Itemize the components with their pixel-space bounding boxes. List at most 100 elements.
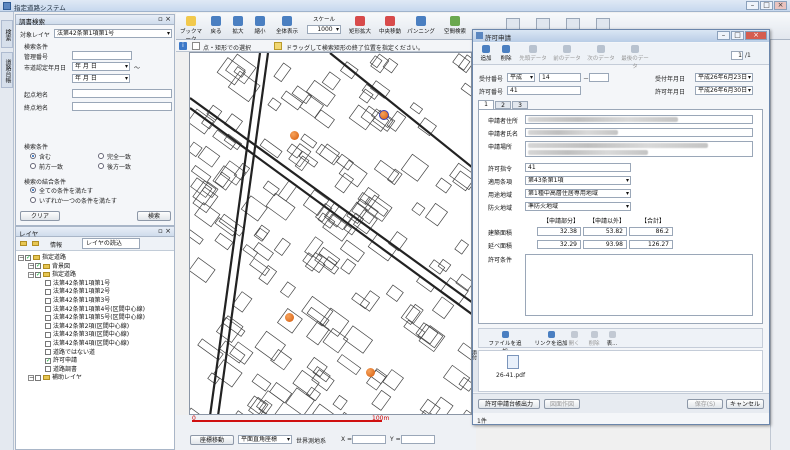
tab-3[interactable]: 3: [512, 101, 528, 109]
layer-tree-row[interactable]: 法第42条第1項第3号: [38, 297, 110, 305]
layer-tree-row[interactable]: 法第42条第1項第5号(区間中心線): [38, 314, 145, 322]
scale-select[interactable]: 1000: [307, 25, 341, 34]
layer-checkbox[interactable]: [35, 262, 41, 270]
accept-date-select[interactable]: 平成26年6月23日: [695, 73, 753, 82]
layer-checkbox[interactable]: [35, 374, 41, 381]
layer-checkbox[interactable]: [45, 331, 51, 338]
dialog-tool-button[interactable]: 前のデータ: [551, 43, 583, 63]
expand-icon[interactable]: −: [28, 271, 34, 278]
condition-textarea[interactable]: [525, 254, 753, 316]
tab-road-ledger[interactable]: 道路台帳: [1, 52, 13, 88]
tab-2[interactable]: 2: [495, 101, 511, 109]
toolbar-button[interactable]: 矩形拡大: [346, 14, 374, 38]
page-input[interactable]: 1: [731, 51, 743, 60]
x-input[interactable]: [352, 435, 386, 444]
layer-checkbox[interactable]: [25, 254, 31, 262]
layer-tree-row[interactable]: 法第42条第3項(区間中心線): [38, 331, 129, 339]
radio-suffix[interactable]: [98, 163, 104, 169]
accept-no-input-2[interactable]: [589, 73, 609, 82]
toolbar-button[interactable]: 中央移動: [376, 14, 404, 38]
target-layer-select[interactable]: 法第42条第1項第1号: [54, 29, 172, 38]
dialog-tool-button[interactable]: 先頭データ: [517, 43, 549, 63]
dialog-tool-button[interactable]: 追加: [477, 43, 495, 63]
dialog-tool-button[interactable]: 最後のデータ: [619, 43, 651, 70]
load-layer-button[interactable]: レイヤの読込: [82, 238, 140, 249]
toolbar-button[interactable]: パンニング: [406, 14, 436, 38]
layer-checkbox[interactable]: [45, 288, 51, 295]
toolbar-button[interactable]: 拡大: [228, 14, 248, 38]
tab-1[interactable]: 1: [478, 100, 494, 109]
permit-no-input[interactable]: 41: [507, 86, 581, 95]
layer-tree-row[interactable]: 法第42条第1項第2号: [38, 288, 110, 296]
attach-tool-button[interactable]: ファイルを追加: [485, 329, 525, 355]
attach-tool-button[interactable]: 削除: [585, 329, 603, 347]
toolbar-button[interactable]: 縮小: [250, 14, 270, 38]
radio-prefix[interactable]: [30, 163, 36, 169]
building-area-other[interactable]: 53.82: [583, 227, 627, 236]
use-select[interactable]: 第1種中高層住居専用地域: [525, 189, 631, 198]
layer-tree-row[interactable]: 法第42条第2項(区間中心線): [38, 323, 129, 331]
layer-tree-row[interactable]: 法第42条第4項(区間中心線): [38, 340, 129, 348]
layer-tree-row[interactable]: 法第42条第1項第1号: [38, 280, 110, 288]
layer-checkbox[interactable]: [45, 340, 51, 347]
select-mode-icon[interactable]: [192, 42, 200, 50]
toolbar-button[interactable]: 全体表示: [272, 14, 302, 38]
attach-tool-button[interactable]: 開く: [565, 329, 583, 347]
ledger-output-button[interactable]: 許可申請台帳出力: [478, 399, 540, 409]
close-button[interactable]: ×: [774, 1, 787, 10]
layer-checkbox[interactable]: [45, 366, 51, 373]
toolbar-button[interactable]: ブックマーク: [178, 14, 204, 43]
building-area-total[interactable]: 86.2: [629, 227, 673, 236]
toolbar-button[interactable]: 空間検索: [438, 14, 472, 38]
toolbar-button[interactable]: スケール 1000: [306, 14, 342, 38]
layer-checkbox[interactable]: [45, 314, 51, 321]
layer-checkbox[interactable]: [35, 271, 41, 279]
floor-area-apply[interactable]: 32.29: [537, 240, 581, 249]
expand-icon[interactable]: −: [18, 254, 24, 261]
layer-tree-row[interactable]: 許可申請: [38, 357, 77, 365]
search-button[interactable]: 検索: [137, 211, 171, 221]
radio-exact[interactable]: [98, 153, 104, 159]
tab-search[interactable]: 検索: [1, 20, 13, 48]
applicant-place-input[interactable]: [525, 141, 753, 157]
folder-icon[interactable]: [20, 241, 27, 246]
date-from-select[interactable]: 年 月 日: [72, 62, 130, 71]
clear-button[interactable]: クリア: [20, 211, 60, 221]
layer-tree-row[interactable]: − 背景図: [28, 262, 70, 271]
map-marker[interactable]: [285, 313, 294, 322]
layer-tree-row[interactable]: − 指定道路: [18, 254, 66, 262]
map-marker[interactable]: [366, 368, 375, 377]
layer-tree-row[interactable]: 道路ではない道: [38, 349, 95, 357]
folder-open-icon[interactable]: [32, 241, 39, 246]
maximize-button[interactable]: □: [760, 1, 773, 10]
mgmt-no-input[interactable]: [72, 51, 132, 60]
layer-tree-row[interactable]: 道路調書: [38, 366, 77, 374]
layer-checkbox[interactable]: [45, 349, 51, 356]
radio-contains[interactable]: [30, 153, 36, 159]
map-marker-selected[interactable]: [379, 110, 389, 120]
layer-checkbox[interactable]: [45, 306, 51, 313]
coord-move-button[interactable]: 座標移動: [190, 435, 234, 445]
layer-checkbox[interactable]: [45, 297, 51, 304]
crs-select[interactable]: 平面直角座標: [238, 435, 292, 444]
minimize-button[interactable]: –: [746, 1, 759, 10]
accept-no-input[interactable]: 14: [539, 73, 581, 82]
dialog-tool-button[interactable]: 削除: [497, 43, 515, 63]
layer-checkbox[interactable]: [45, 323, 51, 330]
layer-tree-row[interactable]: − 指定道路: [28, 271, 76, 279]
dialog-close-button[interactable]: ×: [745, 31, 767, 40]
map-marker[interactable]: [290, 131, 299, 140]
pin-icon[interactable]: ▫ ×: [158, 15, 171, 23]
layer-checkbox[interactable]: [45, 280, 51, 287]
applicant-name-input[interactable]: [525, 128, 753, 137]
building-area-apply[interactable]: 32.38: [537, 227, 581, 236]
permit-date-select[interactable]: 平成26年6月30日: [695, 86, 753, 95]
permit-index-input[interactable]: 41: [525, 163, 631, 172]
map-canvas[interactable]: [189, 52, 472, 415]
date-to-select[interactable]: 年 月 日: [72, 74, 130, 83]
pdf-file-icon[interactable]: [507, 355, 519, 369]
floor-area-other[interactable]: 93.98: [583, 240, 627, 249]
floor-area-total[interactable]: 126.27: [629, 240, 673, 249]
layer-tree-row[interactable]: − 補助レイヤ: [28, 374, 82, 382]
expand-icon[interactable]: −: [28, 263, 34, 270]
